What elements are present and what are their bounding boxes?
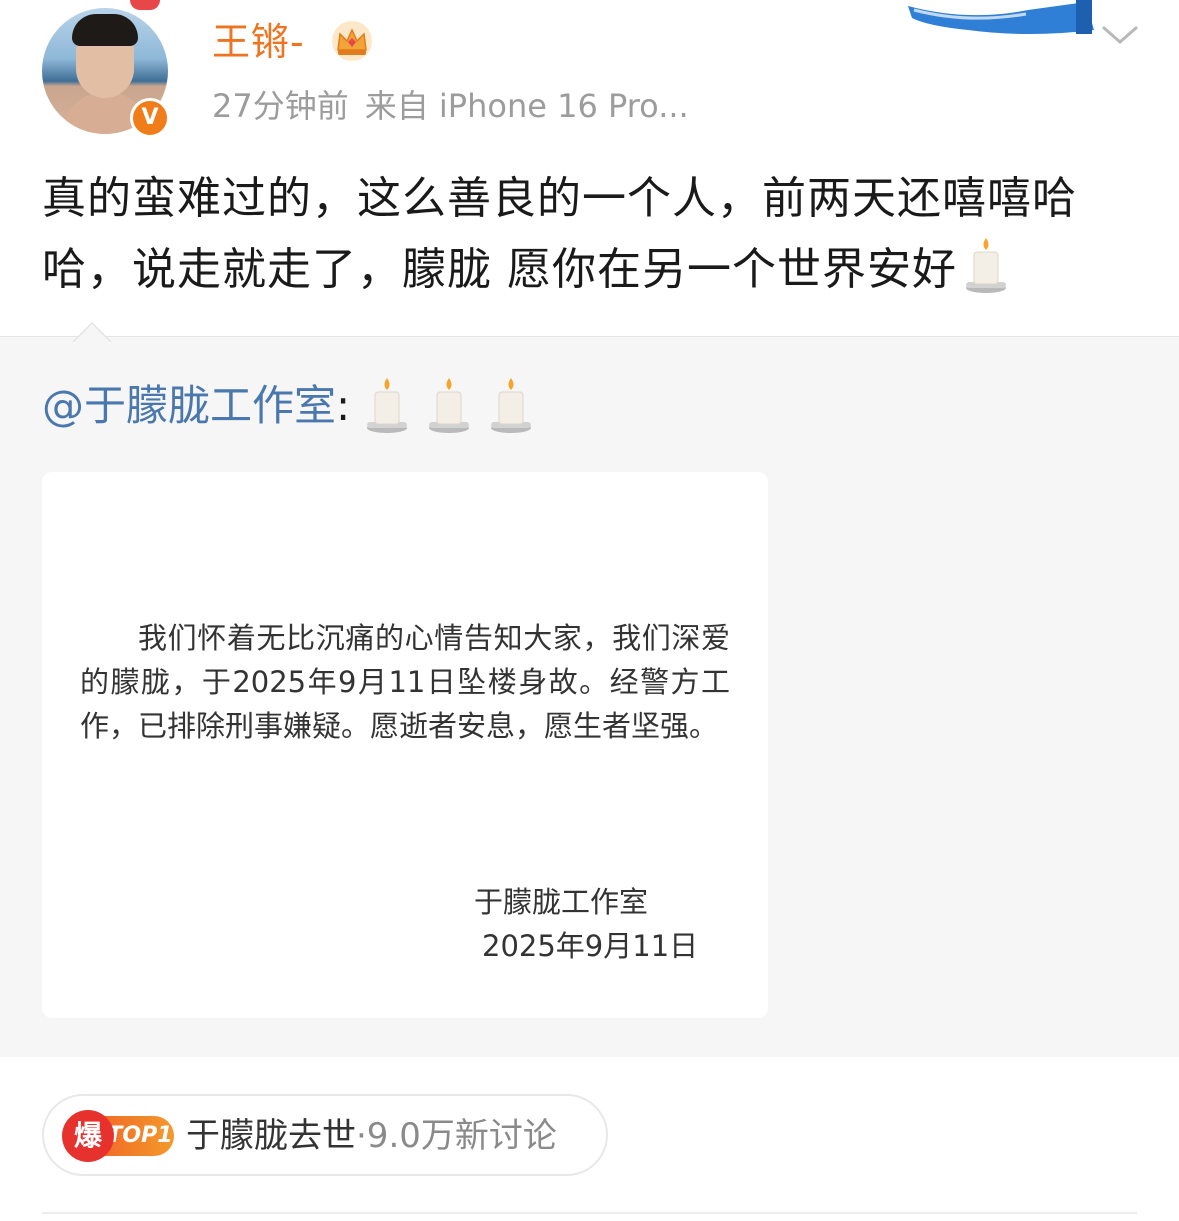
- post-time: 27分钟前: [212, 87, 349, 125]
- post-source[interactable]: 来自 iPhone 16 Pro...: [365, 87, 689, 125]
- notice-signature: 于朦胧工作室: [474, 885, 649, 919]
- repost-header: @于朦胧工作室:: [42, 374, 550, 452]
- repost-separator: :: [336, 381, 351, 430]
- verified-v-badge: V: [130, 98, 170, 138]
- hot-fire-icon: 爆: [62, 1110, 114, 1162]
- notice-body: 我们怀着无比沉痛的心情告知大家，我们深爱的朦胧，于2025年9月11日坠楼身故。…: [80, 621, 730, 743]
- repost-candles: [364, 374, 550, 452]
- hot-topic-pill[interactable]: TOP1 爆 于朦胧去世·9.0万新讨论: [42, 1094, 608, 1176]
- notice-date: 2025年9月11日: [482, 929, 699, 963]
- post-meta: 27分钟前 来自 iPhone 16 Pro...: [212, 84, 689, 128]
- candle-emoji: [428, 378, 469, 433]
- candle-emoji: [490, 378, 531, 433]
- divider: [42, 1212, 1137, 1214]
- username[interactable]: 王锵-: [212, 16, 305, 68]
- candle-emoji: [366, 378, 407, 433]
- post-text: 真的蛮难过的，这么善良的一个人，前两天还嘻嘻哈哈，说走就走了，朦胧 愿你在另一个…: [42, 164, 1137, 305]
- notice-image[interactable]: 我们怀着无比沉痛的心情告知大家，我们深爱的朦胧，于2025年9月11日坠楼身故。…: [42, 472, 768, 1018]
- candle-emoji: [966, 238, 1006, 293]
- vip-crown-icon: [332, 21, 372, 61]
- ribbon-decoration: [908, 0, 1094, 34]
- hot-topic-count: ·9.0万新讨论: [356, 1116, 557, 1156]
- chevron-down-icon[interactable]: [1100, 22, 1140, 48]
- repost-user-link[interactable]: @于朦胧工作室: [42, 381, 336, 430]
- post-text-content: 真的蛮难过的，这么善良的一个人，前两天还嘻嘻哈哈，说走就走了，朦胧 愿你在另一个…: [42, 173, 1077, 295]
- avatar-pendant-decoration: [130, 0, 160, 10]
- hot-topic-title: 于朦胧去世: [186, 1116, 356, 1156]
- hot-topic-text: 于朦胧去世·9.0万新讨论: [186, 1112, 557, 1160]
